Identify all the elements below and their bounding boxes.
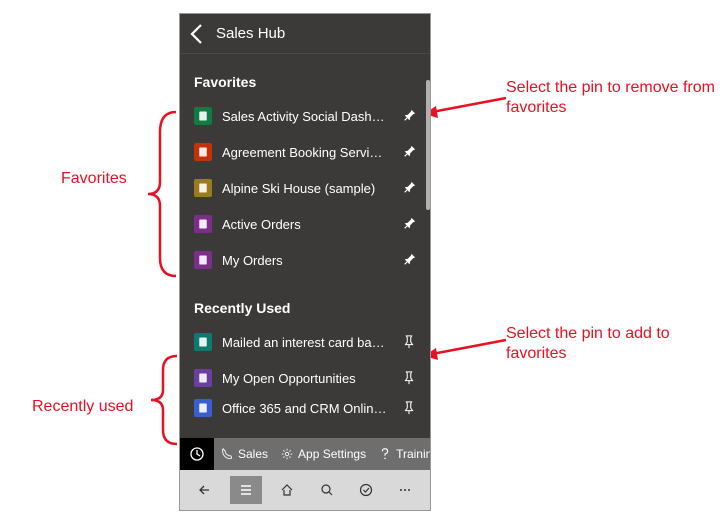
question-icon xyxy=(378,447,392,461)
unpin-button[interactable] xyxy=(398,249,420,271)
annotation-pin-add-arrow xyxy=(422,334,512,364)
unpin-button[interactable] xyxy=(398,177,420,199)
phone-frame: Sales Hub Favorites Sales Activity Socia… xyxy=(180,14,430,510)
annotation-favorites-label: Favorites xyxy=(61,169,127,189)
list-item-label: Agreement Booking Service ... xyxy=(222,145,388,160)
unpin-button[interactable] xyxy=(398,105,420,127)
pin-outline-icon xyxy=(402,335,416,349)
bottom-bars: Sales App Settings Trainin xyxy=(180,438,430,510)
pin-filled-icon xyxy=(402,109,416,123)
list-item[interactable]: Office 365 and CRM Online... xyxy=(180,396,430,420)
app-header: Sales Hub xyxy=(180,14,430,54)
history-icon xyxy=(189,446,205,462)
list-item-label: Alpine Ski House (sample) xyxy=(222,181,388,196)
list-item-label: My Open Opportunities xyxy=(222,371,388,386)
pin-filled-icon xyxy=(402,217,416,231)
command-bar-label: App Settings xyxy=(298,447,366,461)
gear-icon xyxy=(280,447,294,461)
pin-filled-icon xyxy=(402,253,416,267)
search-icon xyxy=(319,482,335,498)
annotation-recently-used-label: Recently used xyxy=(32,397,133,417)
entity-icon xyxy=(194,107,212,125)
nav-menu-button[interactable] xyxy=(230,476,262,504)
favorites-list: Sales Activity Social Dashbo... Agreement… xyxy=(180,98,430,278)
list-item[interactable]: Sales Activity Social Dashbo... xyxy=(180,98,430,134)
app-title: Sales Hub xyxy=(216,25,285,42)
arrow-left-icon xyxy=(197,482,213,498)
pin-outline-icon xyxy=(402,401,416,415)
pin-filled-icon xyxy=(402,181,416,195)
entity-icon xyxy=(194,215,212,233)
entity-icon xyxy=(194,179,212,197)
annotation-favorites-brace xyxy=(130,108,178,280)
list-item[interactable]: Mailed an interest card back... xyxy=(180,324,430,360)
annotation-pin-remove-arrow xyxy=(422,92,512,122)
nav-task-button[interactable] xyxy=(352,476,380,504)
home-icon xyxy=(279,482,295,498)
phone-icon xyxy=(220,447,234,461)
list-item-label: My Orders xyxy=(222,253,388,268)
command-bar-label: Trainin xyxy=(396,447,430,461)
entity-icon xyxy=(194,333,212,351)
unpin-button[interactable] xyxy=(398,141,420,163)
list-item[interactable]: My Open Opportunities xyxy=(180,360,430,396)
entity-icon xyxy=(194,143,212,161)
annotation-recently-used-brace xyxy=(135,352,179,448)
list-item-label: Mailed an interest card back... xyxy=(222,335,388,350)
list-item[interactable]: Alpine Ski House (sample) xyxy=(180,170,430,206)
favorites-section-title: Favorites xyxy=(180,70,430,98)
annotation-pin-remove-label: Select the pin to remove from favorites xyxy=(506,78,721,118)
recently-used-section-title: Recently Used xyxy=(180,296,430,324)
list-item-label: Active Orders xyxy=(222,217,388,232)
command-bar-item[interactable]: Trainin xyxy=(372,438,430,470)
nav-home-button[interactable] xyxy=(273,476,301,504)
list-item[interactable]: Active Orders xyxy=(180,206,430,242)
nav-more-button[interactable] xyxy=(391,476,419,504)
entity-icon xyxy=(194,369,212,387)
command-bar-item[interactable]: App Settings xyxy=(274,438,372,470)
recently-used-list: Mailed an interest card back... My Open O… xyxy=(180,324,430,420)
nav-back-button[interactable] xyxy=(191,476,219,504)
pin-button[interactable] xyxy=(398,331,420,353)
list-item-label: Sales Activity Social Dashbo... xyxy=(222,109,388,124)
pin-outline-icon xyxy=(402,371,416,385)
entity-icon xyxy=(194,251,212,269)
recent-history-button[interactable] xyxy=(180,438,214,470)
nav-search-button[interactable] xyxy=(313,476,341,504)
system-nav-bar xyxy=(180,470,430,510)
chevron-left-icon xyxy=(186,22,210,46)
pin-button[interactable] xyxy=(398,397,420,419)
hamburger-icon xyxy=(238,482,254,498)
scrollbar-thumb[interactable] xyxy=(426,80,430,210)
task-circle-icon xyxy=(358,482,374,498)
back-button[interactable] xyxy=(186,22,210,46)
pin-filled-icon xyxy=(402,145,416,159)
list-item[interactable]: Agreement Booking Service ... xyxy=(180,134,430,170)
pin-button[interactable] xyxy=(398,367,420,389)
ellipsis-icon xyxy=(397,482,413,498)
annotation-pin-add-label: Select the pin to add to favorites xyxy=(506,324,721,364)
command-bar-label: Sales xyxy=(238,447,268,461)
nav-panel: Favorites Sales Activity Social Dashbo..… xyxy=(180,54,430,438)
command-bar: Sales App Settings Trainin xyxy=(180,438,430,470)
list-item[interactable]: My Orders xyxy=(180,242,430,278)
list-item-label: Office 365 and CRM Online... xyxy=(222,401,388,416)
entity-icon xyxy=(194,399,212,417)
unpin-button[interactable] xyxy=(398,213,420,235)
command-bar-item[interactable]: Sales xyxy=(214,438,274,470)
